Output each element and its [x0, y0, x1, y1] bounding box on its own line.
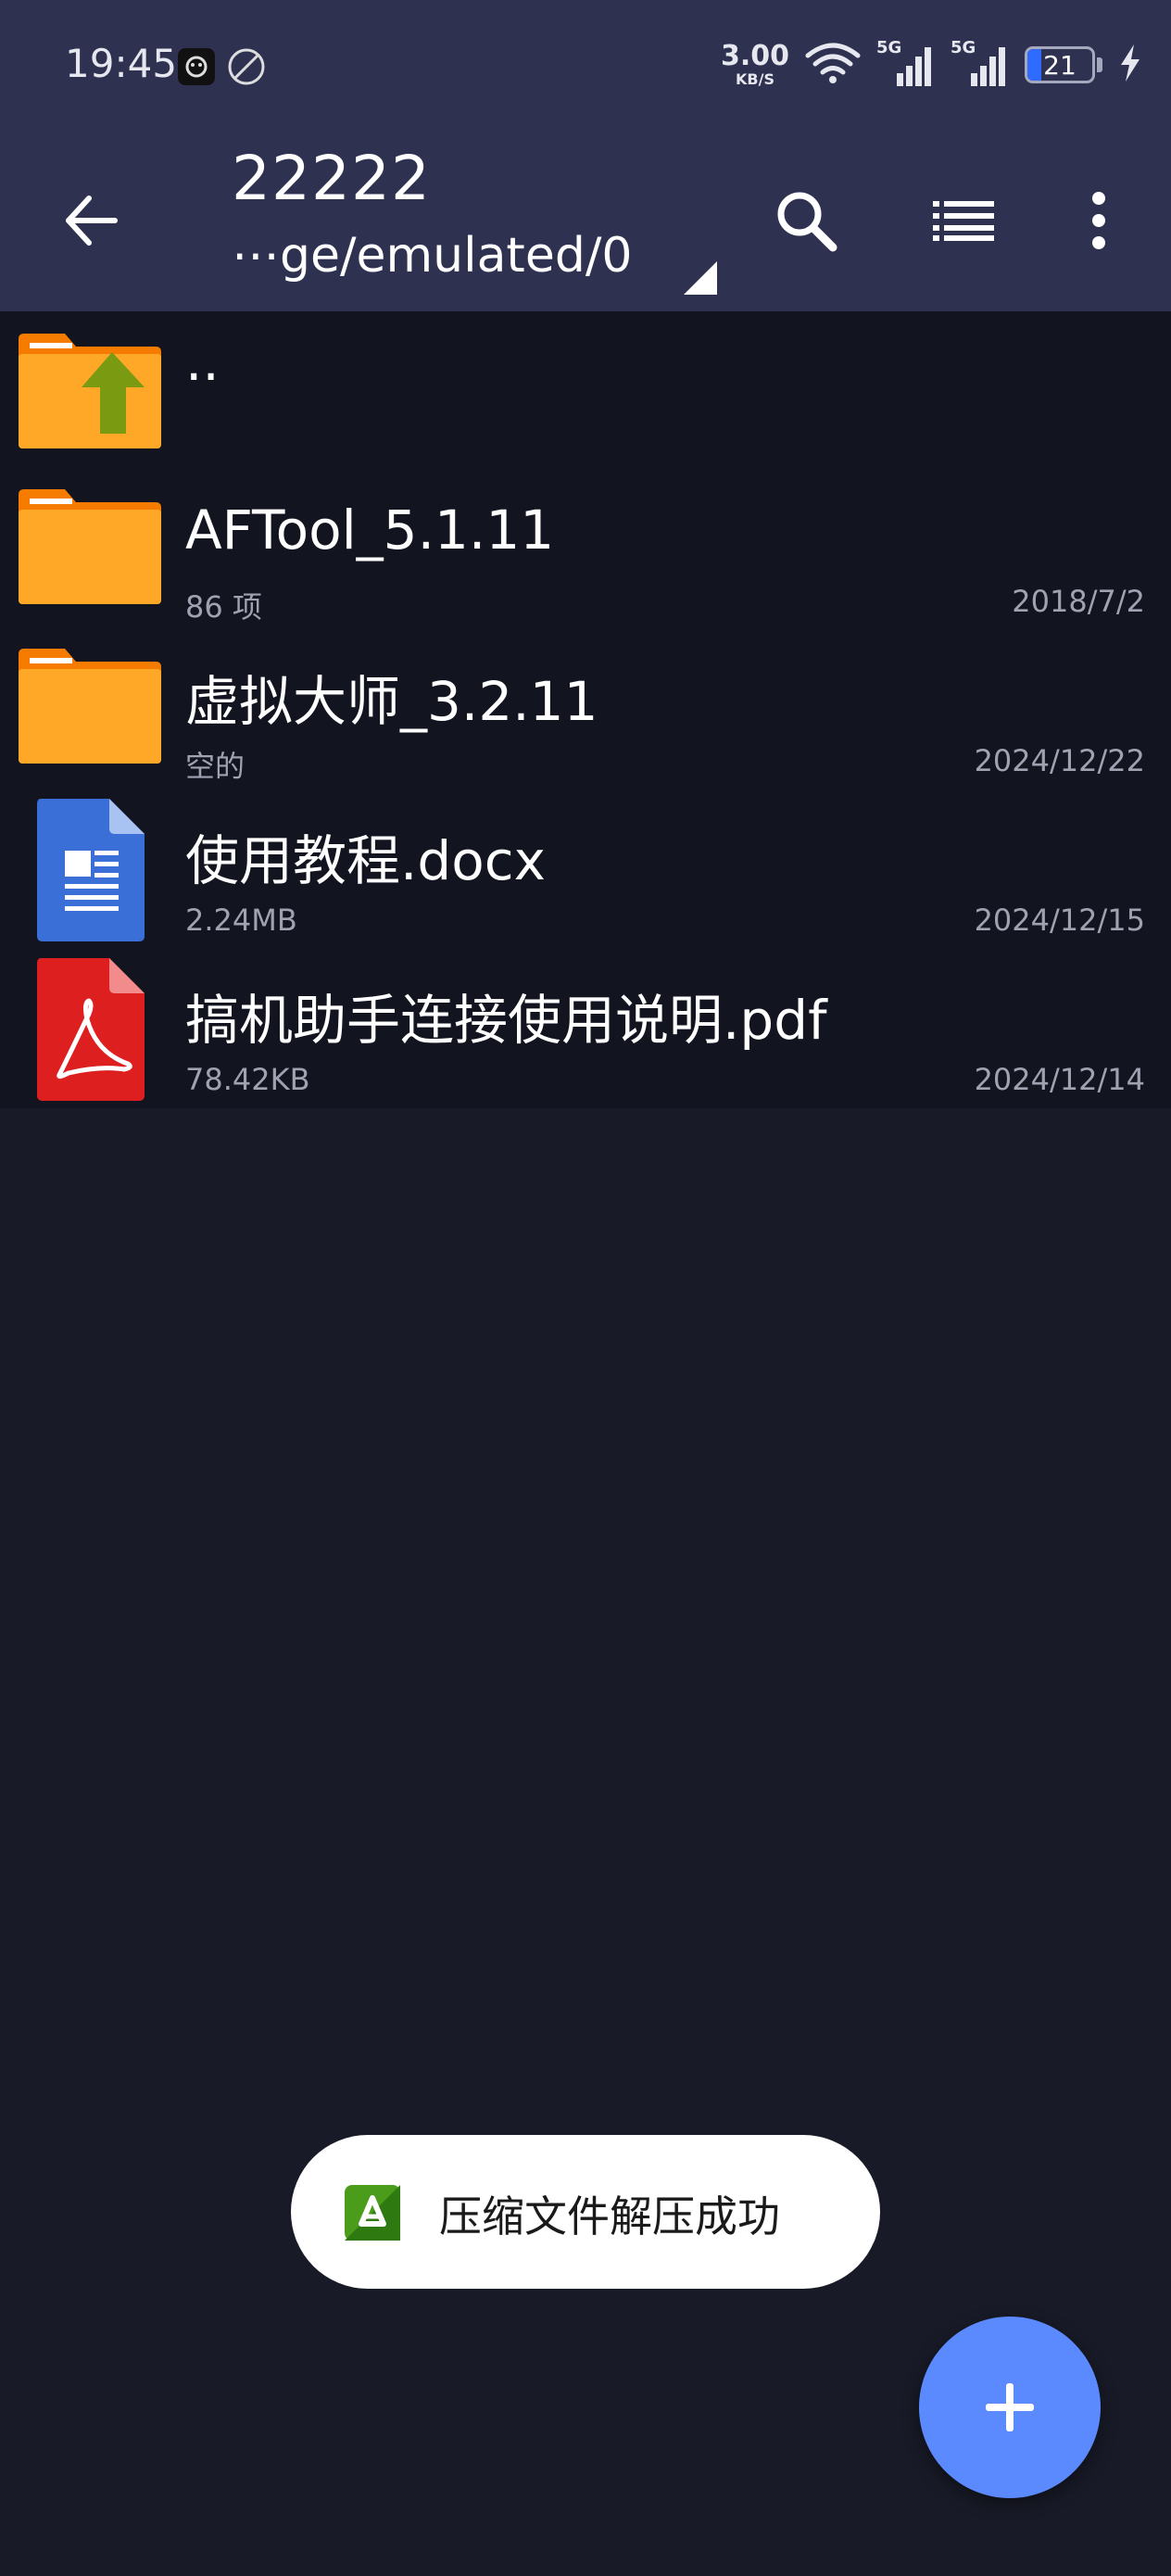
toast-message: 压缩文件解压成功: [439, 2191, 780, 2241]
more-vert-icon: [1092, 192, 1105, 249]
list-item-file[interactable]: 使用教程.docx 2.24MB 2024/12/15: [0, 797, 1171, 956]
status-time: 19:45: [65, 41, 178, 86]
path-dropdown-indicator[interactable]: [684, 261, 717, 295]
add-button[interactable]: [919, 2317, 1101, 2498]
file-date: 2024/12/15: [974, 903, 1145, 938]
file-list: .. AFTool_5.1.11 86 项 2018/7/2 虚拟大师_3.2.…: [0, 311, 1171, 1108]
list-view-button[interactable]: [921, 178, 1006, 263]
list-item-folder[interactable]: 虚拟大师_3.2.11 空的 2024/12/22: [0, 638, 1171, 797]
file-item-count: 86 项: [185, 589, 262, 625]
network-speed: 3.00 KB/S: [721, 43, 789, 87]
app-bar: 22222 ⋯ge/emulated/0: [0, 135, 1171, 311]
battery-icon: 21: [1025, 46, 1095, 83]
battery-level: 21: [1043, 49, 1077, 81]
more-options-button[interactable]: [1056, 178, 1141, 263]
battery-fill: [1027, 49, 1041, 81]
file-name: AFTool_5.1.11: [185, 499, 555, 562]
network-speed-unit: KB/S: [736, 70, 774, 88]
file-name: 搞机助手连接使用说明.pdf: [185, 989, 827, 1052]
no-ads-icon: [226, 46, 267, 87]
file-date: 2024/12/22: [974, 743, 1145, 778]
status-indicators: 3.00 KB/S 5G 5G 21: [721, 37, 1143, 93]
file-name: ..: [185, 330, 220, 393]
list-item-file[interactable]: 搞机助手连接使用说明.pdf 78.42KB 2024/12/14: [0, 956, 1171, 1116]
search-icon: [777, 192, 837, 252]
file-size: 78.42KB: [185, 1062, 310, 1097]
wifi-icon: [804, 41, 862, 89]
battery-tip: [1097, 57, 1102, 72]
search-button[interactable]: [763, 178, 849, 263]
back-button[interactable]: [52, 182, 130, 259]
docx-file-icon: [35, 797, 146, 947]
file-size: 2.24MB: [185, 903, 297, 938]
charging-icon: [1117, 43, 1143, 87]
folder-path-selector[interactable]: ⋯ge/emulated/0: [232, 228, 632, 284]
signal-icon: 5G: [876, 38, 936, 88]
folder-icon: [17, 645, 163, 769]
network-type-label: 5G: [951, 38, 976, 57]
back-arrow-icon: [66, 196, 118, 246]
pdf-file-icon: [35, 956, 146, 1106]
zarchiver-logo-icon: [343, 2183, 402, 2246]
network-speed-value: 3.00: [720, 40, 789, 72]
list-item-folder[interactable]: AFTool_5.1.11 86 项 2018/7/2: [0, 478, 1171, 638]
file-item-count: 空的: [185, 749, 246, 784]
file-name: 使用教程.docx: [185, 829, 546, 892]
notification-app-icon: [176, 46, 217, 87]
file-date: 2024/12/14: [974, 1062, 1145, 1097]
folder-icon: [17, 486, 163, 610]
status-bar: 19:45 3.00 KB/S 5G 5G 21: [0, 0, 1171, 135]
folder-title: 22222: [232, 143, 431, 214]
toast-notification: 压缩文件解压成功: [291, 2135, 880, 2289]
plus-icon: [986, 2383, 1034, 2431]
file-date: 2018/7/2: [1012, 584, 1145, 619]
parent-folder-icon: [17, 330, 163, 454]
list-view-icon: [933, 201, 994, 241]
signal-icon: 5G: [951, 38, 1010, 88]
file-name: 虚拟大师_3.2.11: [185, 670, 598, 733]
list-item-parent-folder[interactable]: ..: [0, 311, 1171, 478]
network-type-label: 5G: [876, 38, 902, 57]
